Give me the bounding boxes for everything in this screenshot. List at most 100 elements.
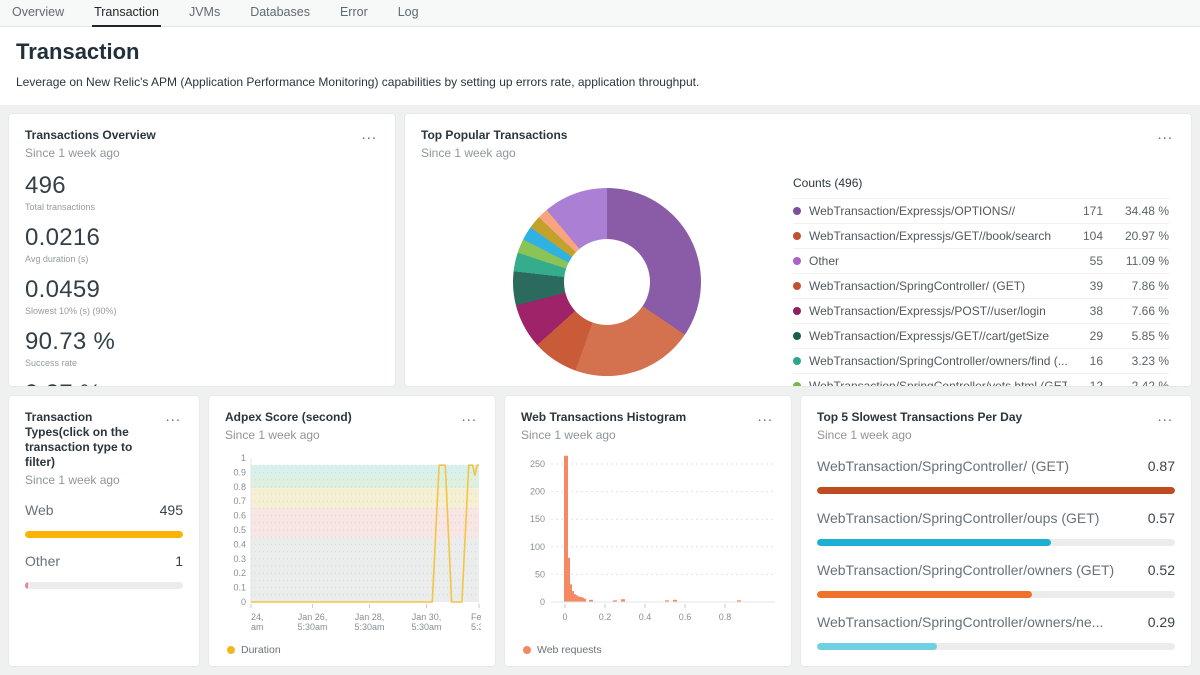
legend-dot bbox=[793, 257, 801, 265]
slowest-transaction-row[interactable]: WebTransaction/SpringController/oups (GE… bbox=[817, 510, 1175, 546]
bullet-row-value: 0.57 bbox=[1148, 510, 1175, 526]
stat-label: Total transactions bbox=[25, 202, 379, 212]
slowest-transaction-row[interactable]: WebTransaction/SpringController/...0.2 bbox=[817, 666, 1175, 667]
legend-name: WebTransaction/SpringController/vets.htm… bbox=[809, 379, 1067, 387]
legend-dot bbox=[793, 282, 801, 290]
adpex-chart[interactable]: 10.90.80.70.60.50.40.30.20.1024,amJan 26… bbox=[225, 452, 479, 655]
tab-jvms[interactable]: JVMs bbox=[187, 0, 222, 27]
legend-name: Other bbox=[809, 254, 1067, 268]
panel-menu-button[interactable]: ... bbox=[1155, 128, 1175, 142]
legend-percent: 11.09 % bbox=[1103, 254, 1169, 268]
svg-text:0.9: 0.9 bbox=[233, 467, 246, 477]
bullet-row-label: WebTransaction/SpringController/owners (… bbox=[817, 562, 1114, 578]
slowest-transaction-row[interactable]: WebTransaction/SpringController/ (GET)0.… bbox=[817, 458, 1175, 494]
duration-legend-dot bbox=[227, 646, 235, 654]
tab-transaction[interactable]: Transaction bbox=[92, 0, 161, 27]
legend-row[interactable]: WebTransaction/Expressjs/GET//cart/getSi… bbox=[793, 323, 1169, 348]
bullet-row-fill bbox=[25, 531, 183, 538]
tab-error[interactable]: Error bbox=[338, 0, 370, 27]
bullet-row-value: 0.87 bbox=[1148, 458, 1175, 474]
svg-text:Feb: Feb bbox=[471, 612, 481, 622]
svg-text:Jan 26,: Jan 26, bbox=[298, 612, 328, 622]
adpex-legend: Duration bbox=[227, 644, 281, 656]
svg-text:24,: 24, bbox=[251, 612, 264, 622]
stat-label: Success rate bbox=[25, 358, 379, 368]
svg-text:0.7: 0.7 bbox=[233, 496, 246, 506]
legend-count: 55 bbox=[1067, 254, 1103, 268]
tab-overview[interactable]: Overview bbox=[10, 0, 66, 27]
legend-row[interactable]: WebTransaction/SpringController/ (GET)39… bbox=[793, 273, 1169, 298]
svg-text:0: 0 bbox=[540, 597, 545, 607]
transaction-type-row[interactable]: Web495 bbox=[25, 502, 183, 538]
svg-text:0.3: 0.3 bbox=[233, 554, 246, 564]
svg-text:0.5: 0.5 bbox=[233, 525, 246, 535]
legend-percent: 20.97 % bbox=[1103, 229, 1169, 243]
legend-name: WebTransaction/Expressjs/GET//book/searc… bbox=[809, 229, 1067, 243]
bullet-row-label: WebTransaction/SpringController/oups (GE… bbox=[817, 510, 1099, 526]
legend-dot bbox=[793, 307, 801, 315]
page-header: Transaction Leverage on New Relic's APM … bbox=[0, 27, 1200, 105]
bullet-row-value: 0.29 bbox=[1148, 614, 1175, 630]
svg-text:5:30am: 5:30am bbox=[412, 622, 442, 632]
panel-web-transactions-histogram: Web Transactions Histogram Since 1 week … bbox=[504, 395, 792, 667]
legend-row[interactable]: Other5511.09 % bbox=[793, 248, 1169, 273]
bullet-row-line: WebTransaction/SpringController/oups (GE… bbox=[817, 510, 1175, 526]
bullet-row-value: 495 bbox=[160, 502, 183, 518]
svg-text:50: 50 bbox=[535, 569, 545, 579]
panel-title: Transactions Overview bbox=[25, 128, 156, 143]
legend-name: WebTransaction/SpringController/owners/f… bbox=[809, 354, 1067, 368]
panel-menu-button[interactable]: ... bbox=[755, 410, 775, 424]
svg-text:Jan 30,: Jan 30, bbox=[412, 612, 442, 622]
stat-value: 0.0216 bbox=[25, 224, 379, 252]
stat: 496Total transactions bbox=[25, 172, 379, 212]
panel-subtitle: Since 1 week ago bbox=[25, 146, 156, 160]
svg-text:150: 150 bbox=[530, 514, 545, 524]
legend-dot bbox=[793, 207, 801, 215]
legend-row[interactable]: WebTransaction/Expressjs/GET//book/searc… bbox=[793, 223, 1169, 248]
bullet-row-line: WebTransaction/SpringController/owners (… bbox=[817, 562, 1175, 578]
panel-menu-button[interactable]: ... bbox=[163, 410, 183, 424]
legend-row[interactable]: WebTransaction/Expressjs/POST//user/logi… bbox=[793, 298, 1169, 323]
donut-chart[interactable] bbox=[513, 188, 701, 376]
svg-text:Jan 28,: Jan 28, bbox=[355, 612, 385, 622]
bullet-row-track bbox=[817, 539, 1175, 546]
tab-databases[interactable]: Databases bbox=[248, 0, 312, 27]
stat: 0.0459Slowest 10% (s) (90%) bbox=[25, 276, 379, 316]
bullet-row-fill bbox=[25, 582, 28, 589]
dashboard: Transactions Overview Since 1 week ago .… bbox=[0, 105, 1200, 675]
panel-top-5-slowest: Top 5 Slowest Transactions Per Day Since… bbox=[800, 395, 1192, 667]
svg-text:0.2: 0.2 bbox=[233, 568, 246, 578]
legend-row[interactable]: WebTransaction/SpringController/owners/f… bbox=[793, 348, 1169, 373]
panel-menu-button[interactable]: ... bbox=[1155, 410, 1175, 424]
bullet-row-line: Web495 bbox=[25, 502, 183, 518]
svg-text:250: 250 bbox=[530, 459, 545, 469]
legend-count: 39 bbox=[1067, 279, 1103, 293]
svg-text:1: 1 bbox=[241, 453, 246, 463]
panel-subtitle: Since 1 week ago bbox=[421, 146, 567, 160]
panel-menu-button[interactable]: ... bbox=[459, 410, 479, 424]
stats-list: 496Total transactions0.0216Avg duration … bbox=[25, 172, 379, 387]
legend-count: 12 bbox=[1067, 379, 1103, 387]
svg-text:am: am bbox=[251, 622, 264, 632]
slowest-transaction-row[interactable]: WebTransaction/SpringController/owners/n… bbox=[817, 614, 1175, 650]
slowest-transaction-row[interactable]: WebTransaction/SpringController/owners (… bbox=[817, 562, 1175, 598]
svg-text:0.2: 0.2 bbox=[599, 612, 612, 622]
legend-row[interactable]: WebTransaction/SpringController/vets.htm… bbox=[793, 373, 1169, 387]
legend-row[interactable]: WebTransaction/Expressjs/OPTIONS//17134.… bbox=[793, 198, 1169, 223]
legend-dot bbox=[793, 332, 801, 340]
svg-text:5:30am: 5:30am bbox=[355, 622, 385, 632]
panel-menu-button[interactable]: ... bbox=[359, 128, 379, 142]
histogram-legend: Web requests bbox=[523, 644, 602, 656]
bullet-row-fill bbox=[817, 591, 1032, 598]
svg-text:0.6: 0.6 bbox=[233, 511, 246, 521]
transaction-type-row[interactable]: Other1 bbox=[25, 553, 183, 589]
stat-value: 0.0459 bbox=[25, 276, 379, 304]
legend-count: 104 bbox=[1067, 229, 1103, 243]
legend-dot bbox=[793, 382, 801, 387]
svg-text:200: 200 bbox=[530, 487, 545, 497]
panel-subtitle: Since 1 week ago bbox=[225, 428, 352, 442]
types-rows: Web495 Other1 bbox=[25, 502, 183, 589]
tab-log[interactable]: Log bbox=[396, 0, 421, 27]
histogram-chart[interactable]: 05010015020025000.20.40.60.8 bbox=[521, 452, 775, 655]
legend-percent: 5.85 % bbox=[1103, 329, 1169, 343]
